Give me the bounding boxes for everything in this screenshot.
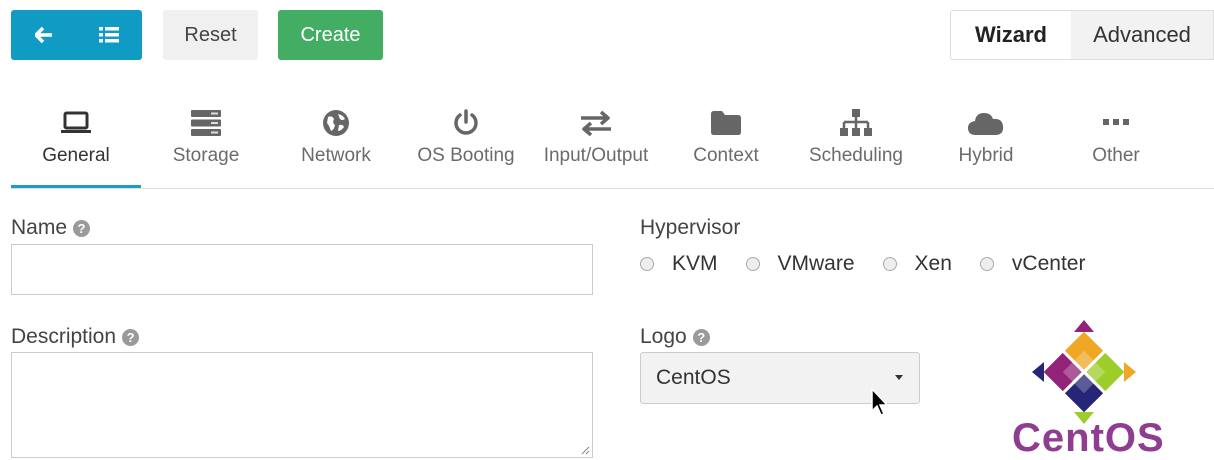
tab-other[interactable]: Other [1051, 98, 1181, 187]
radio-label-kvm: KVM [672, 252, 718, 275]
cloud-icon [968, 113, 1004, 135]
list-icon [99, 27, 120, 43]
resize-handle-icon[interactable] [580, 445, 590, 455]
nav-button-group [11, 10, 142, 60]
radio-kvm[interactable] [640, 257, 654, 271]
description-label: Description [11, 325, 117, 348]
hypervisor-label: Hypervisor [640, 216, 741, 239]
description-label-row: Description ? [11, 325, 140, 349]
radio-label-vcenter: vCenter [1011, 252, 1086, 275]
name-label-row: Name ? [11, 216, 91, 240]
arrow-left-icon [34, 26, 52, 44]
tab-input-output[interactable]: Input/Output [531, 98, 661, 187]
radio-xen[interactable] [882, 257, 897, 271]
tab-label: Scheduling [808, 145, 904, 166]
tab-label: Context [693, 145, 759, 166]
tab-network[interactable]: Network [271, 98, 401, 187]
tab-storage[interactable]: Storage [141, 98, 271, 187]
back-button[interactable] [11, 10, 77, 60]
centos-logo-icon [1032, 320, 1136, 424]
reset-button[interactable]: Reset [163, 10, 258, 60]
help-icon[interactable]: ? [122, 328, 140, 346]
tab-scheduling[interactable]: Scheduling [791, 98, 921, 187]
laptop-icon [61, 111, 91, 133]
tab-label: OS Booting [417, 145, 515, 166]
help-icon[interactable]: ? [73, 219, 91, 237]
logo-select-value: CentOS [656, 366, 731, 389]
radio-label-vmware: VMware [777, 252, 855, 275]
logo-label-row: Logo ? [640, 325, 710, 349]
tab-label: Network [301, 145, 371, 166]
tab-label: Other [1092, 145, 1140, 166]
mouse-cursor-icon [871, 387, 889, 416]
description-textarea[interactable] [11, 352, 593, 458]
tab-context[interactable]: Context [661, 98, 791, 187]
globe-icon [323, 110, 349, 136]
exchange-icon [581, 110, 611, 136]
logo-label: Logo [640, 325, 687, 348]
radio-vmware[interactable] [745, 257, 760, 271]
tab-label: General [42, 145, 110, 166]
sitemap-icon [840, 109, 872, 136]
wizard-mode-button[interactable]: Wizard [950, 10, 1072, 60]
folder-icon [711, 111, 741, 135]
name-input[interactable] [11, 244, 593, 295]
advanced-mode-button[interactable]: Advanced [1071, 10, 1214, 60]
tab-label: Storage [172, 145, 240, 166]
tab-hybrid[interactable]: Hybrid [921, 98, 1051, 187]
power-icon [454, 109, 478, 135]
tab-label: Hybrid [958, 145, 1014, 166]
radio-label-xen: Xen [914, 252, 952, 275]
hypervisor-radio-group: KVM VMware Xen vCenter [640, 252, 1113, 276]
tab-bar: General Storage Network OS Booting Input… [11, 98, 1214, 189]
server-icon [191, 110, 221, 136]
centos-logo-text: CentOS [1012, 416, 1165, 460]
help-icon[interactable]: ? [692, 328, 710, 346]
list-button[interactable] [77, 10, 143, 60]
name-label: Name [11, 216, 68, 239]
ellipsis-icon [1103, 119, 1129, 125]
tab-os-booting[interactable]: OS Booting [401, 98, 531, 187]
create-button[interactable]: Create [278, 10, 383, 60]
caret-down-icon [895, 375, 903, 380]
tab-label: Input/Output [543, 145, 649, 166]
radio-vcenter[interactable] [979, 257, 994, 271]
tab-general[interactable]: General [11, 98, 141, 188]
